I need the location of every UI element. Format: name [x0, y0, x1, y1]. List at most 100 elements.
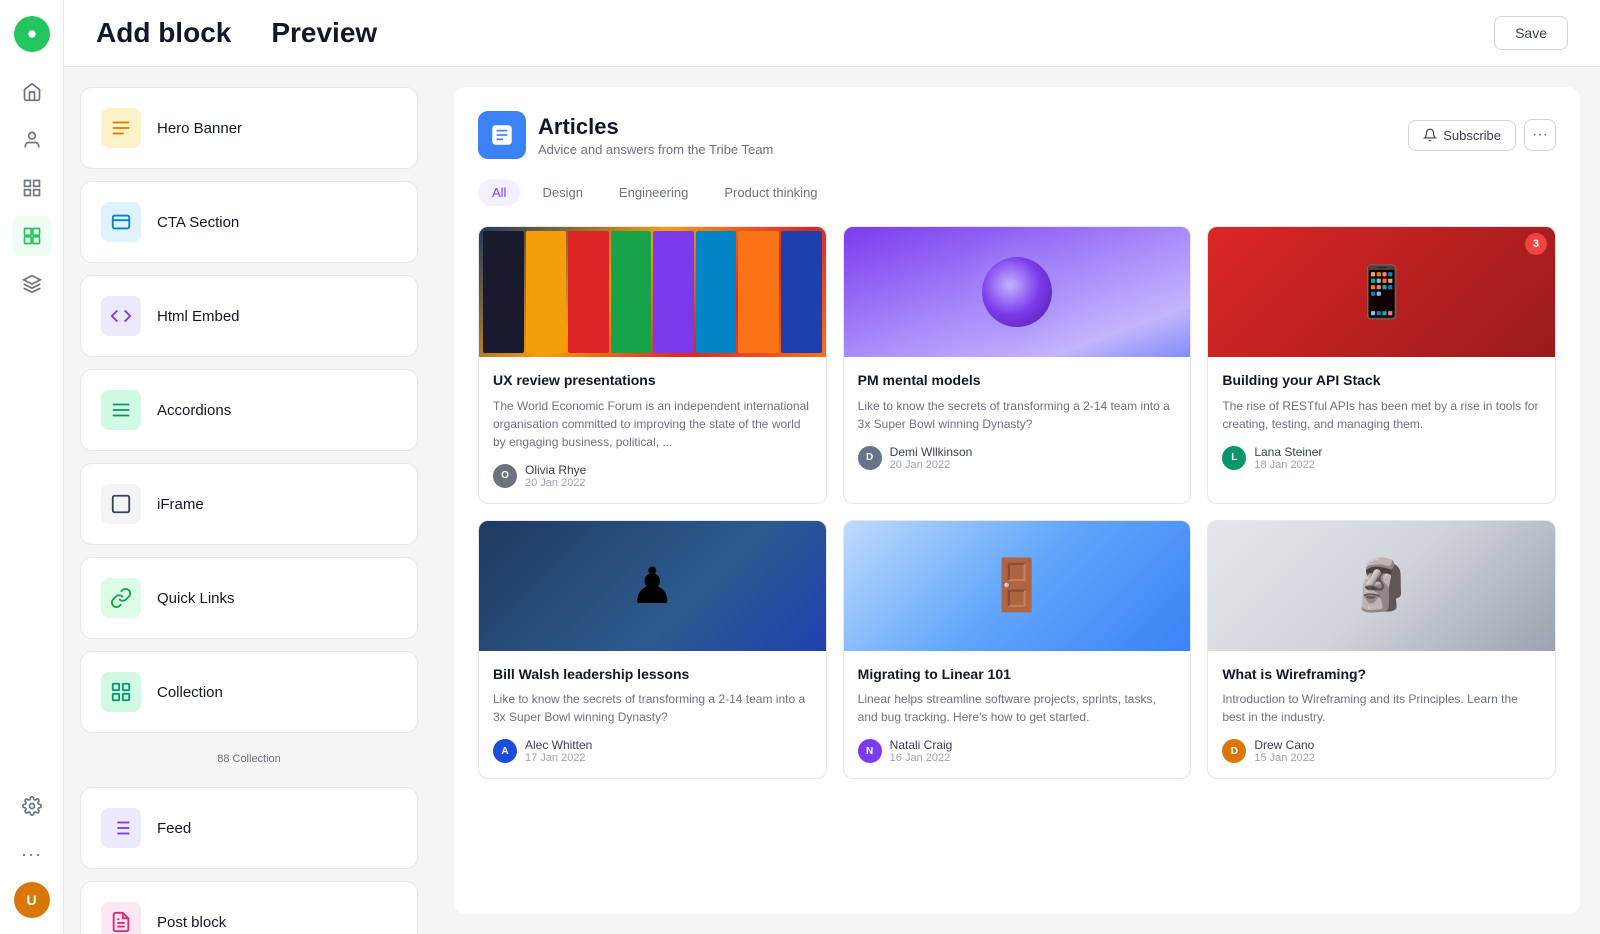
article-title-1: UX review presentations — [493, 371, 812, 391]
article-title-4: Bill Walsh leadership lessons — [493, 665, 812, 685]
iframe-icon — [101, 484, 141, 524]
article-body-3: Building your API Stack The rise of REST… — [1208, 357, 1555, 485]
block-item-accordions[interactable]: Accordions — [80, 369, 418, 451]
article-img-4: ♟ — [479, 521, 826, 651]
subscribe-label: Subscribe — [1443, 128, 1501, 143]
article-title-6: What is Wireframing? — [1222, 665, 1541, 685]
collection-count-label: 88 Collection — [217, 753, 281, 765]
block-item-post-block[interactable]: Post block — [80, 881, 418, 934]
filter-tabs: All Design Engineering Product thinking — [478, 179, 1556, 206]
author-avatar-1: O — [493, 464, 517, 488]
articles-subtitle: Advice and answers from the Tribe Team — [538, 142, 773, 157]
author-name-3: Lana Steiner — [1254, 445, 1322, 459]
article-body-6: What is Wireframing? Introduction to Wir… — [1208, 651, 1555, 779]
sidebar-item-users[interactable] — [12, 120, 52, 160]
author-date-1: 20 Jan 2022 — [525, 477, 586, 489]
article-card-3[interactable]: 📱 3 Building your API Stack The rise of … — [1207, 226, 1556, 504]
articles-brand: Articles Advice and answers from the Tri… — [478, 111, 773, 159]
block-item-quick-links[interactable]: Quick Links — [80, 557, 418, 639]
articles-title: Articles — [538, 114, 773, 140]
block-label-feed: Feed — [157, 820, 191, 837]
article-grid: UX review presentations The World Econom… — [478, 226, 1556, 779]
header-actions: Save — [1494, 16, 1568, 50]
block-item-iframe[interactable]: iFrame — [80, 463, 418, 545]
article-body-2: PM mental models Like to know the secret… — [844, 357, 1191, 485]
article-author-6: D Drew Cano 15 Jan 2022 — [1222, 738, 1541, 764]
article-desc-2: Like to know the secrets of transforming… — [858, 397, 1177, 433]
block-label-collection: Collection — [157, 684, 223, 701]
author-info-6: Drew Cano 15 Jan 2022 — [1254, 738, 1315, 764]
quick-links-icon — [101, 578, 141, 618]
more-options-button[interactable]: ··· — [12, 834, 52, 874]
app-logo[interactable] — [14, 16, 50, 52]
article-title-2: PM mental models — [858, 371, 1177, 391]
article-body-5: Migrating to Linear 101 Linear helps str… — [844, 651, 1191, 779]
article-card-5[interactable]: 🚪 Migrating to Linear 101 Linear helps s… — [843, 520, 1192, 780]
sidebar-item-list[interactable] — [12, 168, 52, 208]
author-date-3: 18 Jan 2022 — [1254, 459, 1322, 471]
author-info-1: Olivia Rhye 20 Jan 2022 — [525, 463, 586, 489]
block-label-quick-links: Quick Links — [157, 590, 235, 607]
article-img-2 — [844, 227, 1191, 357]
block-label-cta-section: CTA Section — [157, 214, 239, 231]
author-info-2: Demi Wllkinson 20 Jan 2022 — [890, 445, 973, 471]
collection-count: 88 Collection — [80, 745, 418, 775]
author-avatar-6: D — [1222, 739, 1246, 763]
article-card-6[interactable]: 🗿 What is Wireframing? Introduction to W… — [1207, 520, 1556, 780]
articles-title-block: Articles Advice and answers from the Tri… — [538, 114, 773, 157]
filter-tab-design[interactable]: Design — [528, 179, 596, 206]
filter-tab-engineering[interactable]: Engineering — [605, 179, 702, 206]
icon-bar: ··· U — [0, 0, 64, 934]
sidebar-item-home[interactable] — [12, 72, 52, 112]
article-img-5: 🚪 — [844, 521, 1191, 651]
block-label-iframe: iFrame — [157, 496, 204, 513]
collection-icon — [101, 672, 141, 712]
filter-tab-product-thinking[interactable]: Product thinking — [710, 179, 831, 206]
filter-tab-all[interactable]: All — [478, 179, 520, 206]
block-item-html-embed[interactable]: Html Embed — [80, 275, 418, 357]
author-date-5: 16 Jan 2022 — [890, 752, 953, 764]
subscribe-button[interactable]: Subscribe — [1408, 120, 1516, 151]
page-title: Add block — [96, 17, 231, 49]
sidebar-item-layers[interactable] — [12, 264, 52, 304]
preview-card: Articles Advice and answers from the Tri… — [454, 87, 1580, 914]
article-img-3: 📱 3 — [1208, 227, 1555, 357]
article-author-5: N Natali Craig 16 Jan 2022 — [858, 738, 1177, 764]
preview-title: Preview — [271, 17, 377, 49]
author-info-3: Lana Steiner 18 Jan 2022 — [1254, 445, 1322, 471]
block-item-collection[interactable]: Collection — [80, 651, 418, 733]
article-body-1: UX review presentations The World Econom… — [479, 357, 826, 503]
user-avatar[interactable]: U — [14, 882, 50, 918]
article-author-4: A Alec Whitten 17 Jan 2022 — [493, 738, 812, 764]
block-label-accordions: Accordions — [157, 402, 231, 419]
sidebar-item-settings[interactable] — [12, 786, 52, 826]
article-card-1[interactable]: UX review presentations The World Econom… — [478, 226, 827, 504]
article-img-6: 🗿 — [1208, 521, 1555, 651]
cta-section-icon — [101, 202, 141, 242]
article-desc-6: Introduction to Wireframing and its Prin… — [1222, 690, 1541, 726]
block-item-cta-section[interactable]: CTA Section — [80, 181, 418, 263]
article-author-2: D Demi Wllkinson 20 Jan 2022 — [858, 445, 1177, 471]
save-button[interactable]: Save — [1494, 16, 1568, 50]
article-card-2[interactable]: PM mental models Like to know the secret… — [843, 226, 1192, 504]
author-date-2: 20 Jan 2022 — [890, 459, 973, 471]
sidebar-item-blocks[interactable] — [12, 216, 52, 256]
article-desc-4: Like to know the secrets of transforming… — [493, 690, 812, 726]
block-item-feed[interactable]: Feed — [80, 787, 418, 869]
article-author-1: O Olivia Rhye 20 Jan 2022 — [493, 463, 812, 489]
main-wrapper: Add block Preview Save Hero Banner CTA S… — [64, 0, 1600, 934]
more-button[interactable]: ··· — [1524, 119, 1556, 151]
author-avatar-3: L — [1222, 446, 1246, 470]
article-card-4[interactable]: ♟ Bill Walsh leadership lessons Like to … — [478, 520, 827, 780]
author-info-4: Alec Whitten 17 Jan 2022 — [525, 738, 592, 764]
block-item-hero-banner[interactable]: Hero Banner — [80, 87, 418, 169]
articles-header: Articles Advice and answers from the Tri… — [478, 111, 1556, 159]
accordions-icon — [101, 390, 141, 430]
header: Add block Preview Save — [64, 0, 1600, 67]
article-desc-1: The World Economic Forum is an independe… — [493, 397, 812, 451]
author-name-6: Drew Cano — [1254, 738, 1315, 752]
author-info-5: Natali Craig 16 Jan 2022 — [890, 738, 953, 764]
author-avatar-2: D — [858, 446, 882, 470]
author-name-1: Olivia Rhye — [525, 463, 586, 477]
feed-icon — [101, 808, 141, 848]
